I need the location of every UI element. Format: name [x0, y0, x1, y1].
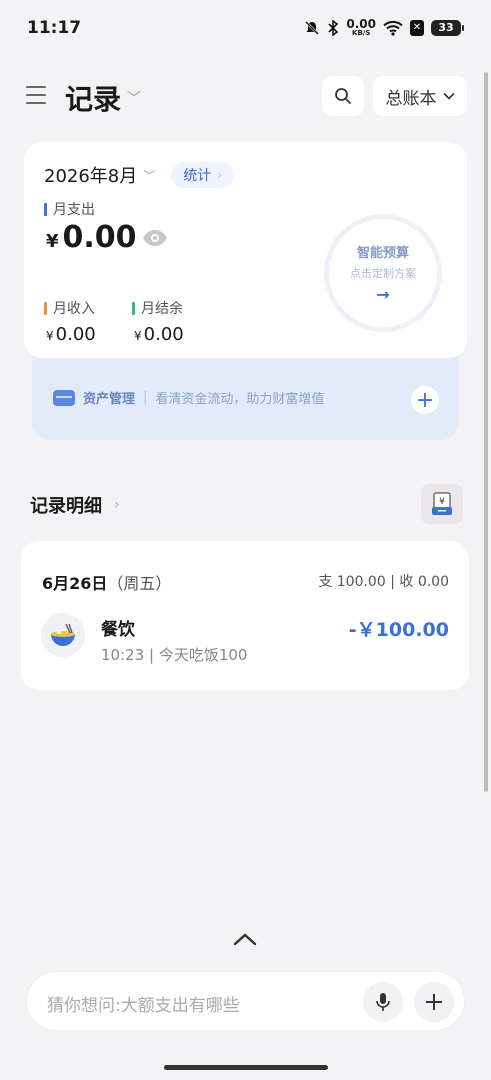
- chevron-up-icon[interactable]: [233, 932, 257, 946]
- search-button[interactable]: [322, 76, 364, 116]
- balance-label-text: 月结余: [141, 301, 183, 317]
- microphone-icon: [376, 993, 390, 1011]
- voice-button[interactable]: [363, 982, 403, 1022]
- income-label: 月收入: [44, 298, 95, 318]
- ask-input-bar[interactable]: 猜你想问:大额支出有哪些: [26, 971, 465, 1031]
- arrow-right-icon: →: [376, 285, 390, 304]
- receipt-button[interactable]: ¥: [421, 484, 463, 524]
- search-icon: [335, 88, 351, 104]
- food-bowl-icon: [41, 613, 85, 657]
- wifi-icon: [383, 20, 403, 36]
- eye-icon[interactable]: [142, 229, 168, 247]
- records-header[interactable]: 记录明细 ›: [30, 492, 120, 518]
- day-summary: 支 100.00 | 收 0.00: [318, 574, 449, 590]
- balance-amount: ¥0.00: [134, 324, 184, 345]
- income-currency: ¥: [46, 329, 54, 343]
- ledger-name: 总账本: [385, 88, 437, 109]
- records-title: 记录明细: [30, 496, 102, 517]
- expense-value: 0.00: [62, 220, 137, 255]
- stats-button[interactable]: 统计 ›: [171, 162, 235, 188]
- smart-budget-title: 智能预算: [356, 246, 409, 261]
- expense-currency: ¥: [46, 231, 59, 252]
- income-amount: ¥0.00: [46, 324, 96, 345]
- day-date-text: 6月26日: [42, 574, 108, 593]
- balance-currency: ¥: [134, 329, 142, 343]
- transaction-category: 餐饮: [101, 620, 135, 640]
- asset-separator: |: [143, 390, 148, 405]
- balance-label: 月结余: [132, 298, 183, 318]
- plus-icon: [426, 994, 442, 1010]
- balance-marker: [132, 301, 135, 315]
- stats-label: 统计: [183, 168, 212, 184]
- scrollbar[interactable]: [484, 72, 488, 792]
- ledger-selector[interactable]: 总账本: [373, 76, 467, 116]
- ask-input-placeholder[interactable]: 猜你想问:大额支出有哪些: [47, 991, 240, 1016]
- expense-label-text: 月支出: [53, 202, 95, 218]
- home-indicator[interactable]: [164, 1065, 328, 1070]
- chevron-right-icon: ›: [114, 497, 120, 513]
- transaction-amount: -￥100.00: [348, 619, 449, 641]
- chevron-right-icon: ›: [217, 168, 223, 182]
- asset-management-row: 资产管理 | 看清资金流动，助力财富增值: [53, 388, 324, 407]
- smart-budget-button[interactable]: 智能预算 点击定制方案 →: [324, 214, 442, 332]
- menu-icon[interactable]: [26, 86, 46, 106]
- add-asset-button[interactable]: +: [411, 386, 439, 414]
- month-row: 2026年8月 ﹀ 统计 ›: [44, 162, 235, 188]
- battery-icon: 33: [431, 19, 464, 36]
- page-title-text: 记录: [65, 83, 122, 116]
- day-weekday: （周五）: [107, 574, 172, 593]
- bluetooth-icon: [328, 19, 339, 36]
- wallet-card-icon: [53, 389, 75, 406]
- asset-management-label: 资产管理: [83, 392, 136, 407]
- app-header: 记录 ﹀ 总账本: [0, 76, 491, 118]
- chevron-down-icon: ﹀: [127, 91, 142, 107]
- status-time: 11:17: [27, 18, 82, 38]
- chevron-down-icon[interactable]: ﹀: [143, 167, 155, 184]
- day-record-card: 6月26日（周五） 支 100.00 | 收 0.00 餐饮 10:23 | 今…: [21, 541, 469, 690]
- asset-management-desc: 看清资金流动，助力财富增值: [155, 392, 325, 407]
- income-marker: [44, 301, 47, 315]
- transaction-note: 10:23 | 今天吃饭100: [101, 646, 248, 664]
- income-label-text: 月收入: [53, 301, 95, 317]
- balance-value: 0.00: [143, 324, 184, 345]
- monthly-summary-card: 2026年8月 ﹀ 统计 › 月支出 ¥ 0.00 月收入 ¥0.00 月结余 …: [24, 142, 467, 358]
- income-value: 0.00: [55, 324, 96, 345]
- expense-marker: [44, 202, 47, 216]
- expense-amount: ¥ 0.00: [46, 220, 137, 255]
- receipt-icon: ¥: [432, 492, 452, 515]
- day-date: 6月26日（周五）: [42, 570, 171, 594]
- no-sim-icon: ✕: [410, 19, 424, 36]
- battery-level: 33: [438, 21, 454, 34]
- page-title[interactable]: 记录 ﹀: [65, 78, 141, 118]
- add-record-button[interactable]: [414, 982, 454, 1022]
- smart-budget-subtitle: 点击定制方案: [350, 267, 416, 280]
- network-speed-unit: KB/S: [352, 29, 371, 37]
- status-icons: 0.00 KB/S ✕ 33: [304, 18, 464, 37]
- chevron-down-icon: [442, 92, 455, 100]
- month-selector[interactable]: 2026年8月: [44, 162, 137, 188]
- bell-off-icon: [305, 20, 320, 35]
- expense-label: 月支出: [44, 199, 95, 219]
- status-bar: 11:17 0.00 KB/S ✕ 33: [0, 0, 491, 58]
- svg-text:¥: ¥: [439, 497, 445, 507]
- network-speed: 0.00 KB/S: [346, 18, 376, 37]
